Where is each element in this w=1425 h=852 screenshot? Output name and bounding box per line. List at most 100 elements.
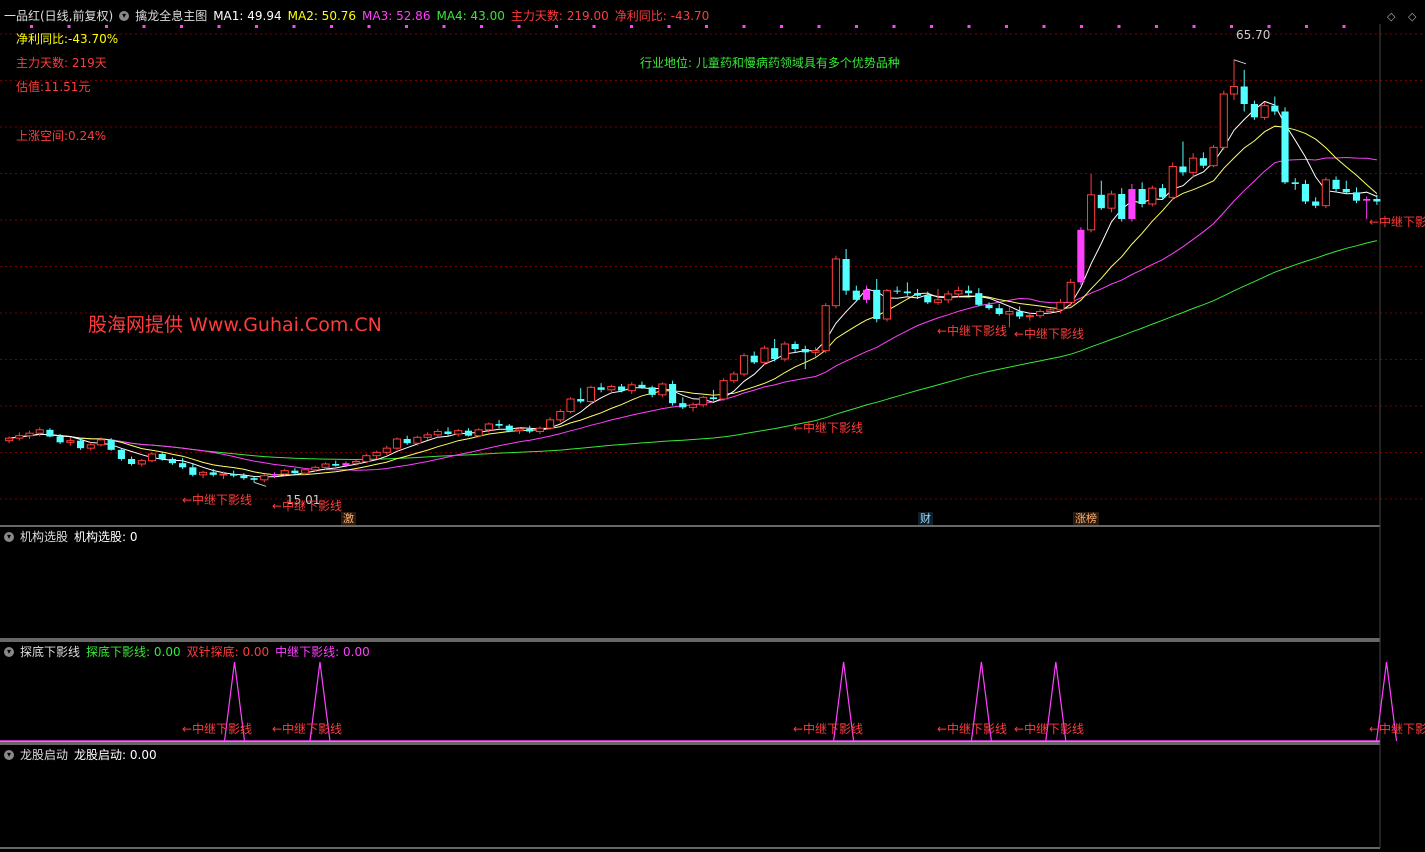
- candle-body: [1046, 309, 1055, 313]
- candle-body: [831, 258, 840, 307]
- panel2-value-1: 探底下影线: 0.00: [86, 645, 181, 659]
- panel1-toggle-icon[interactable]: ▾: [4, 531, 14, 542]
- candle-body: [311, 466, 320, 471]
- zhuli-value: 主力天数: 219.00: [510, 9, 609, 23]
- top-dot-marker: [1005, 25, 1008, 28]
- candle-body: [1035, 311, 1045, 317]
- candle-body: [56, 436, 64, 443]
- stock-title[interactable]: 一品红(日线,前复权): [4, 8, 113, 24]
- signal-label: ←中继下影线: [182, 493, 253, 507]
- event-tag[interactable]: 财: [918, 512, 933, 525]
- candle-body: [1352, 192, 1361, 201]
- candle-body: [903, 291, 911, 294]
- event-tag[interactable]: 激: [341, 512, 356, 525]
- candle-body: [1066, 281, 1075, 303]
- panel3-name[interactable]: 龙股启动: [20, 746, 68, 763]
- candle-body: [771, 348, 779, 359]
- top-dot-marker: [30, 25, 33, 28]
- event-tag[interactable]: 涨榜: [1073, 512, 1099, 525]
- candle-body: [198, 471, 208, 476]
- top-dot-marker: [367, 25, 371, 28]
- candle-body: [270, 474, 279, 476]
- top-dot-marker: [817, 25, 821, 28]
- indicator-name[interactable]: 擒龙全息主图: [135, 8, 207, 24]
- top-dot-marker: [780, 25, 783, 28]
- panel1-name[interactable]: 机构选股: [20, 528, 68, 545]
- indicator-toggle-icon[interactable]: ▾: [119, 11, 130, 21]
- candle-body: [1250, 104, 1258, 118]
- panel2-signal-label: ←中继下影线: [182, 722, 253, 736]
- candle-body: [382, 447, 391, 453]
- candle-body: [791, 344, 799, 349]
- candle-body: [219, 473, 228, 476]
- candle-body: [577, 399, 585, 402]
- candle-body: [96, 439, 106, 446]
- low-pointer: [253, 481, 267, 487]
- candle-body: [913, 293, 922, 296]
- candle-body: [627, 384, 636, 392]
- info-zhuli: 主力天数: 219天: [16, 56, 107, 70]
- candle-body: [168, 459, 176, 464]
- candle-body: [1107, 193, 1116, 209]
- candle-body: [128, 459, 136, 464]
- candle-body: [291, 470, 299, 474]
- candle-body: [679, 403, 687, 408]
- candle-body: [433, 431, 442, 436]
- candle-body: [1332, 179, 1340, 189]
- high-pointer: [1233, 59, 1247, 65]
- panel2-toggle-icon[interactable]: ▾: [4, 646, 14, 657]
- candle-body: [495, 424, 503, 426]
- candle-body: [1312, 201, 1320, 206]
- candle-body: [1240, 86, 1248, 104]
- candle-body: [933, 299, 943, 303]
- candle-body: [250, 478, 258, 480]
- candle-body: [882, 290, 892, 320]
- panel3-toggle-icon[interactable]: ▾: [4, 749, 14, 760]
- candle-body: [46, 429, 54, 437]
- panel3-value: 龙股启动: 0.00: [74, 748, 157, 762]
- top-dot-marker: [855, 25, 858, 28]
- signal-label: ←中继下影线: [272, 499, 343, 513]
- diamond-icon-2[interactable]: ◇: [1408, 10, 1416, 23]
- top-dot-marker: [1192, 25, 1196, 28]
- top-dot-marker: [142, 25, 146, 28]
- ma4-value: MA4: 43.00: [436, 9, 505, 23]
- candle-body: [147, 453, 157, 462]
- candle-body: [1301, 184, 1310, 202]
- candle-body: [607, 386, 616, 391]
- top-dot-marker: [405, 25, 408, 28]
- candle-body: [362, 455, 371, 462]
- candle-body: [1271, 105, 1279, 112]
- candle-body: [1025, 315, 1034, 318]
- candle-body: [1138, 189, 1146, 204]
- top-dot-marker: [442, 25, 446, 28]
- top-dot-marker: [105, 25, 108, 28]
- panel2-name[interactable]: 探底下影线: [20, 643, 80, 660]
- info-guzhi: 估值:11.51元: [16, 80, 91, 94]
- top-dot-marker: [292, 25, 296, 28]
- candle-body: [669, 384, 677, 404]
- candle-body: [1189, 157, 1198, 173]
- candle-body: [209, 472, 217, 475]
- candle-body: [842, 259, 850, 291]
- ma4-line: [9, 240, 1378, 461]
- candle-body: [1291, 182, 1299, 184]
- candle-body: [566, 398, 575, 412]
- candle-body: [801, 349, 809, 353]
- top-dot-marker: [892, 25, 896, 28]
- candle-body: [444, 431, 452, 434]
- candle-body: [535, 427, 544, 432]
- candle-body: [66, 440, 75, 443]
- diamond-icon[interactable]: ◇: [1387, 10, 1395, 23]
- panel2-signal-label: ←中继下影线: [937, 722, 1008, 736]
- candle-body: [1087, 194, 1096, 231]
- candle-body: [1281, 111, 1289, 183]
- top-dot-marker: [930, 25, 933, 28]
- top-dot-marker: [705, 25, 708, 28]
- candle-body: [586, 386, 595, 403]
- candle-body: [985, 304, 993, 309]
- panel2-signal-label: ←中继下影线: [1014, 722, 1085, 736]
- top-dot-marker: [1305, 25, 1308, 28]
- candle-body: [1077, 229, 1085, 283]
- top-dot-marker: [630, 25, 633, 28]
